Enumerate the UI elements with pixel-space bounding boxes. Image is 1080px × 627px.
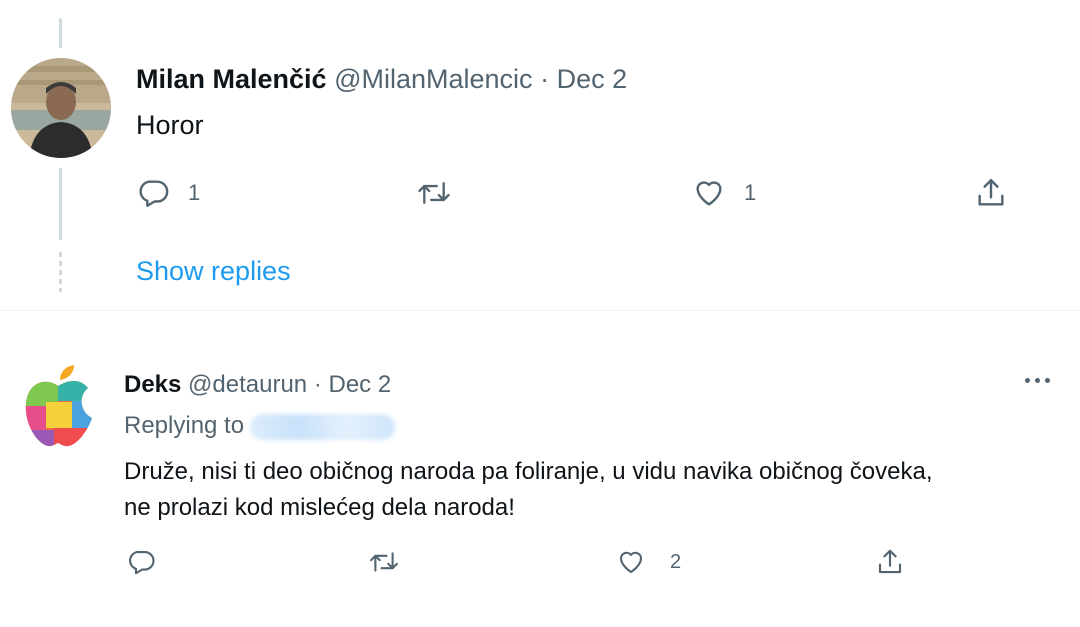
share-icon — [974, 176, 1008, 210]
tweet1-handle[interactable]: @MilanMalencic — [334, 64, 532, 94]
replying-to: Replying to — [124, 412, 396, 440]
comment-icon — [126, 547, 156, 577]
tweet2-retweet-button[interactable] — [368, 547, 400, 577]
thread-line-top — [59, 18, 62, 48]
avatar-milan[interactable] — [11, 58, 111, 158]
tweet2-like-count: 2 — [670, 550, 682, 573]
tweet2-separator: · — [313, 371, 322, 398]
replying-to-handle-redacted[interactable] — [250, 413, 396, 440]
comment-icon — [136, 176, 170, 210]
tweet2-date[interactable]: Dec 2 — [329, 371, 392, 398]
retweet-icon — [416, 176, 452, 210]
tweet2-handle[interactable]: @detaurun — [188, 371, 307, 398]
heart-icon — [616, 547, 646, 577]
tweet2-header: Deks @detaurun · Dec 2 — [124, 371, 391, 399]
tweet1-like-button[interactable]: 1 — [692, 176, 756, 210]
tweet2-text-line1: Druže, nisi ti deo običnog naroda pa fol… — [124, 458, 933, 485]
tweet2-display-name[interactable]: Deks — [124, 371, 181, 398]
thread-line-bottom — [59, 168, 62, 240]
tweet2-text-line2: ne prolazi kod mislećeg dela naroda! — [124, 494, 515, 521]
tweet1-like-count: 1 — [744, 180, 757, 205]
more-icon — [1025, 378, 1030, 383]
avatar-deks[interactable] — [18, 362, 98, 452]
heart-icon — [692, 176, 726, 210]
more-options-button[interactable] — [1025, 372, 1050, 389]
tweet1-share-button[interactable] — [974, 176, 1008, 210]
tweet2-reply-button[interactable] — [126, 547, 156, 577]
tweet1-separator: · — [540, 64, 550, 94]
tweet2-like-button[interactable]: 2 — [616, 547, 681, 577]
thread-dots — [59, 252, 62, 292]
tweet1-date[interactable]: Dec 2 — [557, 64, 628, 94]
tweet2-text: Druže, nisi ti deo običnog naroda pa fol… — [124, 454, 933, 526]
tweet1-display-name[interactable]: Milan Malenčić — [136, 64, 327, 94]
tweet1-header: Milan Malenčić @MilanMalencic · Dec 2 — [136, 64, 627, 95]
tweet-divider — [0, 310, 1080, 311]
tweet1-retweet-button[interactable] — [416, 176, 452, 210]
retweet-icon — [368, 547, 400, 577]
tweet2-share-button[interactable] — [875, 547, 905, 577]
share-icon — [875, 547, 905, 577]
tweet1-reply-button[interactable]: 1 — [136, 176, 200, 210]
tweet1-text: Horor — [136, 110, 204, 140]
show-replies-link[interactable]: Show replies — [136, 256, 291, 287]
replying-to-label: Replying to — [124, 412, 245, 439]
tweet1-reply-count: 1 — [188, 180, 201, 205]
